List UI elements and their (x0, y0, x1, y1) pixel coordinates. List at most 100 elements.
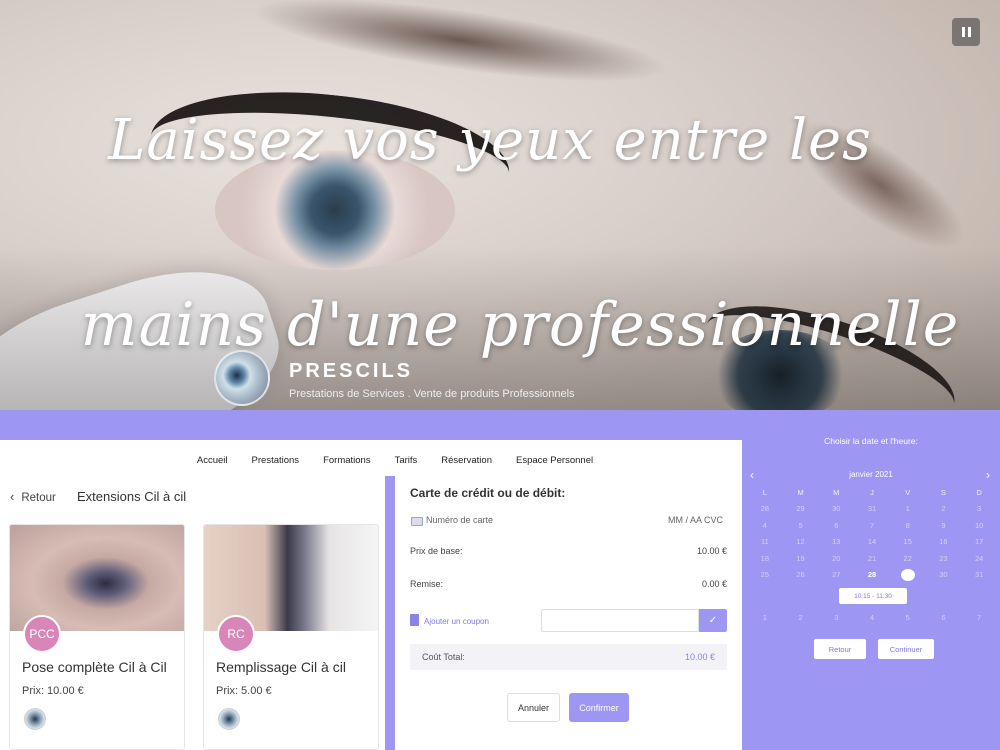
service-initials-badge: RC (217, 615, 255, 653)
total-value: 10.00 € (684, 652, 715, 662)
calendar-day: 25 (760, 569, 770, 579)
total-label: Coût Total: (422, 652, 465, 662)
calendar-day: 1 (905, 504, 910, 514)
calendar-day: 4 (762, 520, 767, 530)
calendar-day: 3 (977, 504, 982, 514)
discount-value: 0.00 € (701, 579, 727, 589)
coupon-icon (410, 614, 419, 626)
weekday-label: S (940, 488, 946, 497)
back-link[interactable]: ‹ Retour (10, 489, 56, 504)
nav-item-formations[interactable]: Formations (323, 455, 371, 466)
nav-item-tarifs[interactable]: Tarifs (395, 455, 418, 466)
calendar-day: 16 (939, 537, 948, 547)
confirm-button[interactable]: Confirmer (569, 693, 629, 722)
category-title: Extensions Cil à cil (77, 489, 187, 504)
calendar-day: 24 (974, 553, 984, 563)
brand-tagline: Prestations de Services . Vente de produ… (289, 388, 575, 400)
calendar-day: 6 (941, 613, 946, 622)
brand-name: PRESCILS (289, 360, 414, 382)
calendar-day: 22 (903, 553, 912, 563)
hero-title-line1: Laissez vos yeux entre les (108, 108, 872, 173)
calendar-next-week: 1 2 3 4 5 6 7 (747, 613, 997, 622)
service-name: Pose complète Cil à Cil (22, 659, 167, 675)
calendar-day: 31 (867, 504, 877, 514)
calendar-day: 5 (798, 520, 803, 530)
coupon-apply-button[interactable]: ✓ (699, 609, 727, 632)
calendar-day-available[interactable]: 28 (854, 569, 890, 581)
calendar-day: 19 (796, 553, 805, 563)
calendar-day: 30 (832, 504, 841, 514)
hero-banner: Laissez vos yeux entre les mains d'une p… (0, 0, 1000, 410)
calendar-grid: L M M J V S D 28 29 30 31 1 2 3 4 5 6 7 … (747, 487, 997, 581)
calendar-day: 1 (762, 613, 767, 622)
calendar-day: 13 (832, 537, 841, 547)
calendar-day: 21 (867, 553, 877, 563)
nav-item-prestations[interactable]: Prestations (252, 455, 300, 466)
calendar-title: Choisir la date et l'heure: (824, 436, 918, 446)
calendar-day: 7 (977, 613, 982, 622)
payment-title: Carte de crédit ou de débit: (410, 486, 566, 500)
hero-title-line2: mains d'une professionnelle (80, 290, 960, 360)
weekday-label: V (905, 488, 911, 497)
calendar-day: 14 (867, 537, 877, 547)
calendar-continue-button[interactable]: Continuer (878, 639, 934, 659)
calendar-back-button[interactable]: Retour (814, 639, 866, 659)
nav-item-accueil[interactable]: Accueil (197, 455, 228, 466)
calendar-panel: Choisir la date et l'heure: ‹ janvier 20… (742, 410, 1000, 750)
base-price-label: Prix de base: (410, 546, 463, 556)
calendar-day: 9 (941, 520, 946, 530)
service-card[interactable]: PCC Pose complète Cil à Cil Prix: 10.00 … (9, 524, 185, 750)
main-nav: Accueil Prestations Formations Tarifs Ré… (0, 455, 790, 466)
staff-avatar (24, 708, 46, 730)
total-row: Coût Total: 10.00 € (410, 644, 727, 670)
service-price: Prix: 5.00 € (216, 685, 272, 697)
calendar-day: 12 (796, 537, 805, 547)
calendar-day: 23 (939, 553, 948, 563)
weekday-label: L (762, 488, 767, 497)
calendar-day: 26 (796, 569, 805, 579)
base-price-value: 10.00 € (696, 546, 727, 556)
chevron-right-icon[interactable]: › (986, 468, 990, 482)
card-number-input[interactable]: Numéro de carte (426, 515, 493, 525)
calendar-day: 30 (939, 569, 948, 579)
nav-item-reservation[interactable]: Réservation (441, 455, 492, 466)
pause-button[interactable] (952, 18, 980, 46)
time-slot-button[interactable]: 10:15 - 11:30 (839, 588, 907, 604)
service-price: Prix: 10.00 € (22, 685, 84, 697)
credit-card-icon (411, 517, 423, 526)
weekday-label: M (833, 488, 840, 497)
calendar-day: 3 (834, 613, 839, 622)
calendar-day-selected[interactable]: 29 (890, 568, 926, 581)
calendar-day: 17 (974, 537, 984, 547)
service-initials-badge: PCC (23, 615, 61, 653)
cancel-button[interactable]: Annuler (507, 693, 560, 722)
weekday-label: D (976, 488, 982, 497)
brand-logo (214, 350, 270, 406)
calendar-day: 2 (798, 613, 803, 622)
chevron-left-icon: ‹ (10, 489, 15, 504)
pause-icon (961, 27, 965, 37)
calendar-day: 29 (796, 504, 805, 514)
nav-item-espace-personnel[interactable]: Espace Personnel (516, 455, 593, 466)
calendar-day: 8 (905, 520, 910, 530)
calendar-day: 28 (760, 504, 770, 514)
calendar-day: 5 (905, 613, 910, 622)
service-name: Remplissage Cil à cil (216, 659, 346, 675)
page: Laissez vos yeux entre les mains d'une p… (0, 0, 1000, 750)
calendar-day: 2 (941, 504, 946, 514)
calendar-day: 7 (869, 520, 875, 530)
calendar-day: 11 (760, 537, 769, 547)
calendar-month: janvier 2021 (849, 470, 893, 479)
card-expiry-cvc-input[interactable]: MM / AA CVC (668, 515, 723, 525)
calendar-day: 27 (832, 569, 841, 579)
calendar-day: 4 (869, 613, 875, 622)
weekday-label: J (870, 488, 874, 497)
calendar-day: 31 (974, 569, 984, 579)
staff-avatar (218, 708, 240, 730)
discount-label: Remise: (410, 579, 444, 589)
service-card[interactable]: RC Remplissage Cil à cil Prix: 5.00 € (203, 524, 379, 750)
calendar-day: 6 (834, 520, 839, 530)
calendar-day: 15 (903, 537, 912, 547)
coupon-label[interactable]: Ajouter un coupon (424, 617, 489, 626)
coupon-input[interactable] (541, 609, 699, 632)
